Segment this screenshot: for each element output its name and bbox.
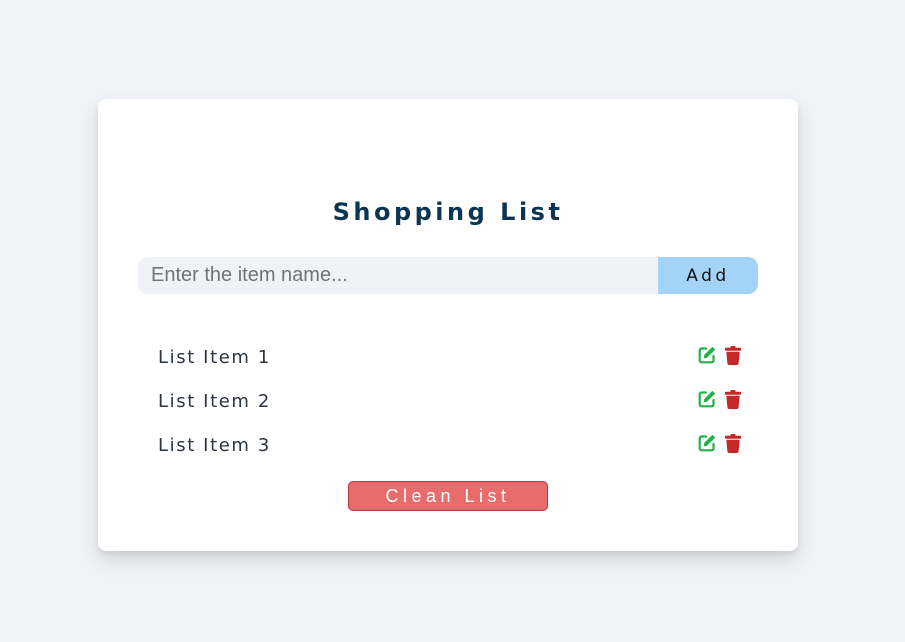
add-button[interactable]: Add (658, 257, 758, 294)
trash-icon[interactable] (724, 433, 742, 453)
add-item-form: Add (138, 257, 758, 294)
list-item: List Item 2 (158, 379, 742, 423)
shopping-list-card: Shopping List Add List Item 1 (98, 99, 798, 551)
page-title: Shopping List (332, 198, 564, 226)
trash-icon[interactable] (724, 389, 742, 409)
list-item-actions (698, 389, 742, 409)
list-item-label: List Item 3 (158, 434, 271, 456)
list-item-label: List Item 2 (158, 390, 271, 412)
edit-icon[interactable] (698, 389, 716, 409)
list-item: List Item 3 (158, 423, 742, 467)
list-item-label: List Item 1 (158, 346, 271, 368)
edit-icon[interactable] (698, 345, 716, 365)
list-item-actions (698, 345, 742, 365)
trash-icon[interactable] (724, 345, 742, 365)
item-name-input[interactable] (138, 257, 658, 294)
list-item-actions (698, 433, 742, 453)
clean-list-button[interactable]: Clean List (348, 481, 548, 511)
edit-icon[interactable] (698, 433, 716, 453)
item-list: List Item 1 List Item 2 List Item 3 (158, 335, 742, 467)
list-item: List Item 1 (158, 335, 742, 379)
